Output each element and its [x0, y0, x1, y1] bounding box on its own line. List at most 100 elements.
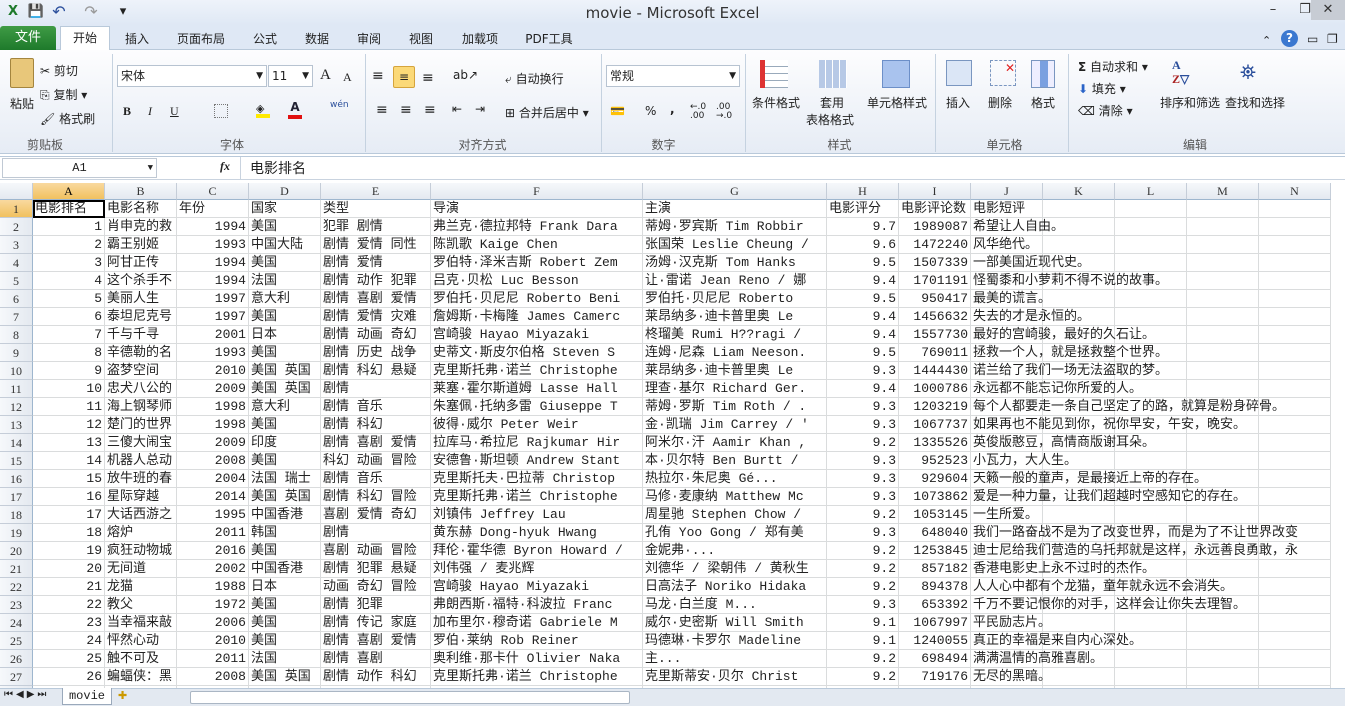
table-cell[interactable]: 剧情 喜剧 爱情 [321, 434, 431, 452]
row-header[interactable]: 14 [0, 434, 33, 452]
table-cell[interactable]: 楚门的世界 [105, 416, 177, 434]
table-cell[interactable] [1259, 308, 1331, 326]
table-cell[interactable]: 9.3 [827, 452, 899, 470]
font-name-select[interactable]: 宋体 ▼ [117, 65, 267, 87]
table-cell[interactable]: 美国 [249, 596, 321, 614]
table-cell[interactable]: 法国 瑞士 [249, 470, 321, 488]
table-cell[interactable]: 金妮弗·... [643, 542, 827, 560]
table-cell[interactable]: 天籁一般的童声，是最接近上帝的存在。 [971, 470, 1207, 488]
sheet-tab-movie[interactable]: movie [62, 688, 112, 705]
table-cell[interactable]: 2002 [177, 560, 249, 578]
table-format-button-line1[interactable]: 套用 [820, 94, 844, 111]
row-header[interactable]: 12 [0, 398, 33, 416]
table-cell[interactable]: 美国 英国 [249, 488, 321, 506]
table-cell[interactable]: 机器人总动 [105, 452, 177, 470]
table-cell[interactable]: 1507339 [899, 254, 971, 272]
table-cell[interactable]: 美丽人生 [105, 290, 177, 308]
table-cell[interactable]: 13 [33, 434, 105, 452]
column-header-g[interactable]: G [643, 183, 827, 200]
row-header[interactable]: 20 [0, 542, 33, 560]
conditional-format-button[interactable]: 条件格式 [752, 94, 800, 111]
table-cell[interactable]: 加布里尔·穆奇诺 Gabriele M [431, 614, 643, 632]
table-cell[interactable] [1115, 236, 1187, 254]
table-cell[interactable] [1187, 236, 1259, 254]
table-cell[interactable]: 无间道 [105, 560, 177, 578]
table-cell[interactable]: 美国 [249, 308, 321, 326]
table-cell[interactable]: 1989087 [899, 218, 971, 236]
table-cell[interactable] [1187, 380, 1259, 398]
decrease-indent-icon[interactable]: ⇤ [452, 102, 462, 116]
table-cell[interactable]: 美国 英国 [249, 380, 321, 398]
column-header-d[interactable]: D [249, 183, 321, 200]
table-cell[interactable]: 9.5 [827, 290, 899, 308]
header-cell[interactable] [1259, 200, 1331, 218]
table-cell[interactable] [1187, 308, 1259, 326]
table-cell[interactable] [1259, 578, 1331, 596]
row-header[interactable]: 27 [0, 668, 33, 686]
table-cell[interactable]: 4 [33, 272, 105, 290]
table-cell[interactable]: 马龙·白兰度 M... [643, 596, 827, 614]
table-cell[interactable]: 2016 [177, 542, 249, 560]
table-cell[interactable]: 罗伯特·泽米吉斯 Robert Zem [431, 254, 643, 272]
table-cell[interactable]: 1994 [177, 272, 249, 290]
table-cell[interactable] [1115, 290, 1187, 308]
autosum-button[interactable]: Σ 自动求和 ▾ [1078, 58, 1148, 75]
table-cell[interactable]: 2010 [177, 632, 249, 650]
header-cell[interactable]: 主演 [643, 200, 827, 218]
increase-decimal-icon[interactable]: ←.0.00 [690, 103, 706, 121]
table-cell[interactable]: 1240055 [899, 632, 971, 650]
font-size-select[interactable]: 11 ▼ [268, 65, 313, 87]
column-header-a[interactable]: A [33, 183, 105, 200]
table-cell[interactable]: 克里斯托弗·诺兰 Christophe [431, 362, 643, 380]
table-cell[interactable] [1115, 452, 1187, 470]
table-cell[interactable]: 每个人都要走一条自己坚定了的路，就算是粉身碎骨。 [971, 398, 1285, 416]
formula-input[interactable]: 电影排名 [250, 158, 306, 178]
table-cell[interactable] [1187, 254, 1259, 272]
table-cell[interactable] [1115, 650, 1187, 668]
conditional-format-icon[interactable] [760, 60, 788, 88]
table-cell[interactable]: 美国 [249, 416, 321, 434]
column-header-h[interactable]: H [827, 183, 899, 200]
table-cell[interactable]: 美国 英国 [249, 668, 321, 686]
table-cell[interactable]: 星际穿越 [105, 488, 177, 506]
table-cell[interactable]: 23 [33, 614, 105, 632]
spreadsheet-grid[interactable]: A B C D E F G H I J K L M N 1 电影排名 电影名称 年份 国家 类型 导演 主演 电影评分 电影评… [0, 183, 1345, 688]
table-cell[interactable]: 意大利 [249, 398, 321, 416]
tab-page-layout[interactable]: 页面布局 [170, 28, 232, 50]
table-cell[interactable]: 最好的宫崎骏，最好的久石让。 [971, 326, 1155, 344]
table-cell[interactable]: 本·贝尔特 Ben Burtt / [643, 452, 827, 470]
phonetic-icon[interactable]: wén [330, 100, 349, 110]
column-header-m[interactable]: M [1187, 183, 1259, 200]
table-cell[interactable]: 诺兰给了我们一场无法盗取的梦。 [971, 362, 1168, 380]
table-cell[interactable]: 1993 [177, 236, 249, 254]
table-cell[interactable]: 龙猫 [105, 578, 177, 596]
italic-button[interactable]: I [148, 104, 152, 119]
header-cell[interactable]: 年份 [177, 200, 249, 218]
row-header[interactable]: 16 [0, 470, 33, 488]
help-icon[interactable]: ? [1281, 30, 1298, 47]
table-cell[interactable]: 莱昂纳多·迪卡普里奥 Le [643, 308, 827, 326]
table-cell[interactable]: 648040 [899, 524, 971, 542]
table-cell[interactable]: 1203219 [899, 398, 971, 416]
table-cell[interactable]: 我们一路奋战不是为了改变世界，而是为了不让世界改变 [971, 524, 1298, 542]
table-cell[interactable] [1259, 470, 1331, 488]
table-cell[interactable] [1187, 434, 1259, 452]
name-box[interactable]: A1 ▼ [2, 158, 157, 178]
table-cell[interactable] [1187, 560, 1259, 578]
shrink-font-button[interactable]: A [343, 70, 352, 85]
table-cell[interactable]: 张国荣 Leslie Cheung / [643, 236, 827, 254]
table-cell[interactable]: 美国 [249, 632, 321, 650]
table-cell[interactable]: 剧情 音乐 [321, 398, 431, 416]
table-cell[interactable]: 9.3 [827, 416, 899, 434]
table-cell[interactable]: 1 [33, 218, 105, 236]
table-cell[interactable]: 9.6 [827, 236, 899, 254]
table-cell[interactable]: 教父 [105, 596, 177, 614]
table-cell[interactable]: 怪蜀黍和小萝莉不得不说的故事。 [971, 272, 1168, 290]
header-cell[interactable]: 电影排名 [33, 200, 105, 218]
table-format-icon[interactable] [819, 60, 847, 88]
table-cell[interactable]: 风华绝代。 [971, 236, 1043, 254]
table-cell[interactable] [1259, 416, 1331, 434]
table-cell[interactable] [1115, 668, 1187, 686]
table-cell[interactable]: 忠犬八公的 [105, 380, 177, 398]
table-cell[interactable]: 弗兰克·德拉邦特 Frank Dara [431, 218, 643, 236]
